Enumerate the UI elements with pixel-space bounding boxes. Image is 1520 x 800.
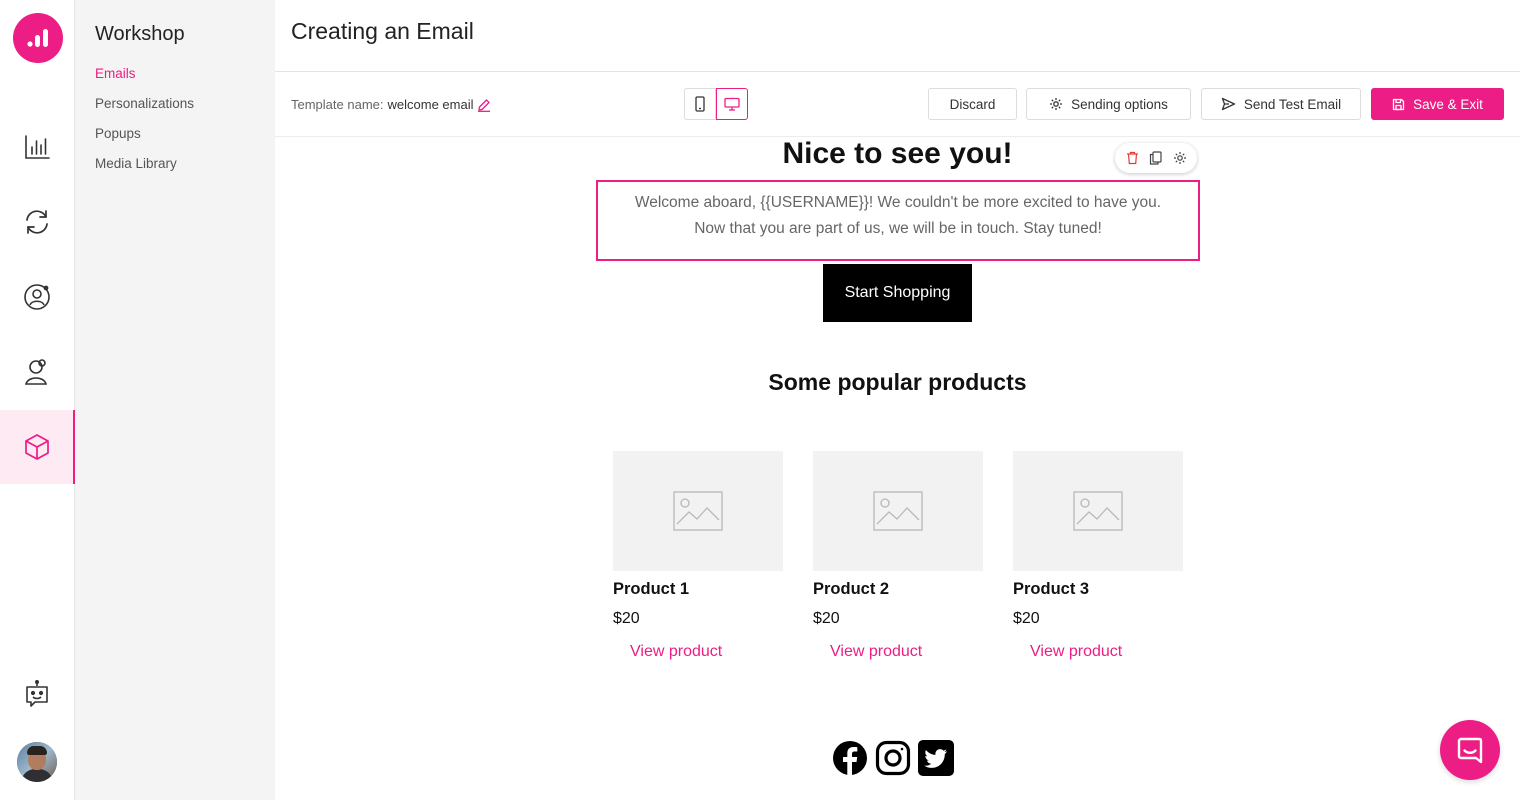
mobile-view-button[interactable] [684, 88, 716, 120]
selected-text-block[interactable]: Welcome aboard, {{USERNAME}}! We couldn'… [596, 180, 1200, 261]
send-test-email-label: Send Test Email [1243, 96, 1342, 112]
user-circle-icon [24, 284, 50, 310]
send-icon [1221, 97, 1235, 111]
template-name-label: Template name: [291, 97, 384, 112]
page-header: Creating an Email [275, 0, 1520, 72]
chat-launcher-button[interactable] [1440, 720, 1500, 780]
product-image-placeholder [613, 451, 783, 571]
gear-icon [1050, 98, 1063, 110]
bot-icon [26, 679, 48, 707]
facebook-icon[interactable] [832, 740, 868, 776]
rail-bot[interactable] [0, 657, 74, 731]
sidebar-item-media-library[interactable]: Media Library [95, 156, 177, 171]
template-name: Template name: welcome email [291, 97, 491, 112]
edit-pencil-icon[interactable] [477, 98, 491, 112]
icon-rail [0, 0, 75, 800]
product-name: Product 1 [613, 580, 690, 598]
discard-label: Discard [949, 96, 996, 112]
gear-icon[interactable] [1173, 151, 1187, 165]
view-product-link[interactable]: View product [1030, 643, 1183, 661]
image-placeholder-icon [1073, 491, 1123, 531]
desktop-icon [724, 97, 740, 111]
view-product-link[interactable]: View product [830, 643, 983, 661]
sidebar-item-personalizations[interactable]: Personalizations [95, 96, 194, 111]
start-shopping-button[interactable]: Start Shopping [823, 264, 972, 322]
product-name: Product 3 [1013, 580, 1090, 598]
image-placeholder-icon [873, 491, 923, 531]
welcome-line: Welcome aboard, {{USERNAME}}! We couldn'… [634, 194, 1162, 211]
template-name-value: welcome email [387, 97, 474, 112]
sending-options-label: Sending options [1071, 96, 1168, 112]
welcome-text[interactable]: Welcome aboard, {{USERNAME}}! We couldn'… [598, 190, 1198, 242]
product-price: $20 [613, 610, 640, 627]
user-search-icon [24, 359, 48, 385]
analytics-icon [25, 135, 50, 159]
image-placeholder-icon [673, 491, 723, 531]
block-toolbar [1115, 143, 1197, 173]
workshop-sidebar: Workshop Emails Personalizations Popups … [75, 0, 275, 800]
product-card[interactable]: Product 2 $20 View product [813, 451, 983, 661]
instagram-icon[interactable] [875, 740, 911, 776]
save-exit-label: Save & Exit [1413, 96, 1483, 112]
email-heading[interactable]: Nice to see you! [275, 137, 1520, 171]
desktop-view-button[interactable] [716, 88, 748, 120]
discard-button[interactable]: Discard [928, 88, 1017, 120]
save-exit-button[interactable]: Save & Exit [1371, 88, 1504, 120]
app-logo-icon[interactable] [13, 13, 63, 63]
social-icons [832, 740, 954, 776]
device-toggle [684, 88, 748, 120]
product-card[interactable]: Product 3 $20 View product [1013, 451, 1183, 661]
product-name: Product 2 [813, 580, 890, 598]
product-card[interactable]: Product 1 $20 View product [613, 451, 783, 661]
product-price: $20 [813, 610, 840, 627]
sidebar-item-emails[interactable]: Emails [95, 66, 136, 81]
welcome-line: Now that you are part of us, we will be … [694, 220, 1102, 237]
rail-automation[interactable] [0, 185, 74, 259]
sending-options-button[interactable]: Sending options [1026, 88, 1191, 120]
rail-personas[interactable] [0, 335, 74, 409]
send-test-email-button[interactable]: Send Test Email [1201, 88, 1361, 120]
mobile-icon [695, 96, 705, 112]
trash-icon[interactable] [1126, 151, 1139, 165]
twitter-icon[interactable] [918, 740, 954, 776]
editor-toolbar: Template name: welcome email Discard Sen… [275, 72, 1520, 137]
duplicate-icon[interactable] [1149, 151, 1162, 165]
rail-audience[interactable] [0, 260, 74, 334]
view-product-link[interactable]: View product [630, 643, 783, 661]
avatar[interactable] [17, 742, 57, 782]
rail-workshop[interactable] [0, 410, 75, 484]
chat-icon [1457, 737, 1483, 764]
refresh-icon [26, 210, 48, 234]
rail-analytics[interactable] [0, 110, 74, 184]
popular-products-title[interactable]: Some popular products [275, 369, 1520, 396]
product-image-placeholder [1013, 451, 1183, 571]
page-title: Creating an Email [291, 18, 474, 44]
email-canvas: Nice to see you! Welcome aboard, {{USERN… [275, 137, 1520, 800]
sidebar-title: Workshop [95, 23, 185, 45]
cube-icon [24, 434, 49, 460]
sidebar-item-popups[interactable]: Popups [95, 126, 141, 141]
save-icon [1392, 98, 1405, 110]
product-price: $20 [1013, 610, 1040, 627]
product-image-placeholder [813, 451, 983, 571]
